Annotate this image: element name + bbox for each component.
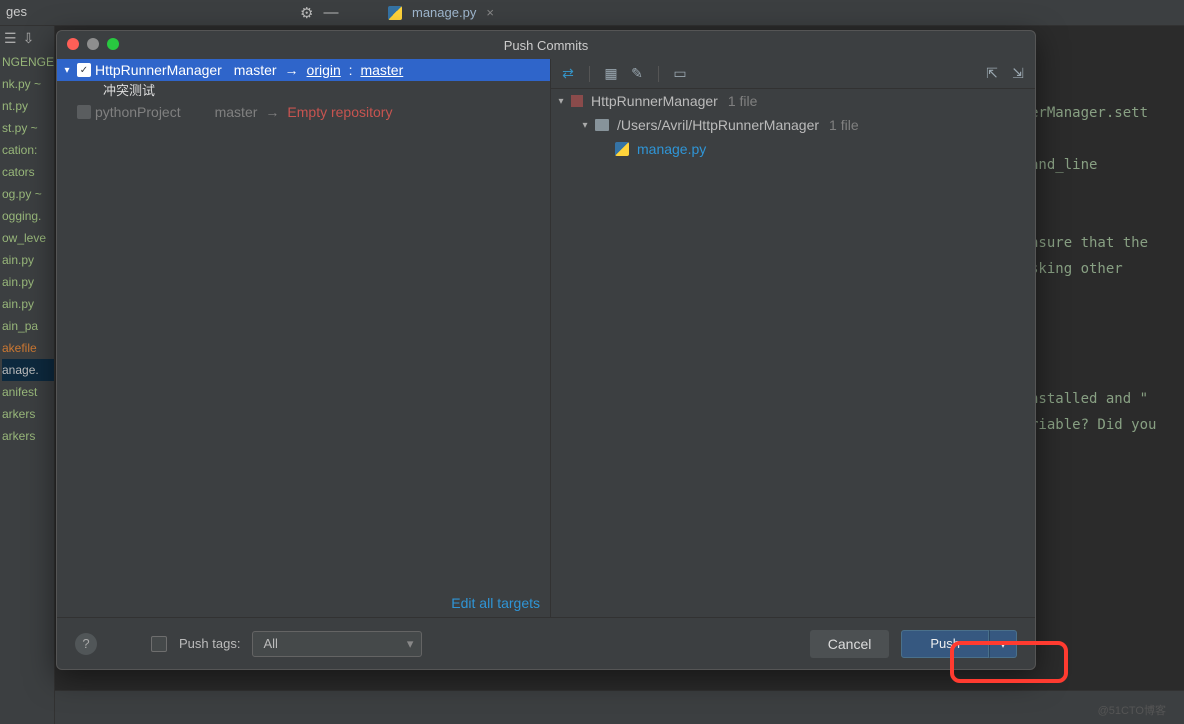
commit-message[interactable]: 冲突测试 [57,81,550,101]
code-fragment: erManager.sett and_line nsure that the s… [1030,100,1156,438]
edit-icon[interactable]: ✎ [628,65,646,82]
push-tags-label: Push tags: [179,636,240,651]
push-dropdown[interactable]: ▾ [989,630,1017,658]
diff-icon[interactable]: ⇄ [559,65,577,82]
changed-file[interactable]: manage.py [637,141,706,157]
close-icon[interactable]: × [486,5,494,20]
preview-icon[interactable]: ▭ [671,65,689,82]
python-file-icon [615,142,629,156]
changed-files-tree[interactable]: ▾ HttpRunnerManager 1 file ▾ /Users/Avri… [551,89,1035,161]
file-toolbar: ⇄ ▦ ✎ ▭ ⇱ ⇲ [551,59,1035,89]
repo-name: HttpRunnerManager [95,62,222,78]
arrow-icon: → [265,104,279,120]
edit-all-targets-link[interactable]: Edit all targets [451,595,540,611]
chevron-down-icon[interactable]: ▾ [579,120,591,131]
python-file-icon [388,6,402,20]
editor-tab[interactable]: manage.py × [380,3,502,22]
file-count: 1 file [829,117,859,133]
chevron-down-icon[interactable]: ▾ [555,96,567,107]
help-button[interactable]: ? [75,633,97,655]
chevron-down-icon[interactable]: ▾ [61,65,73,76]
watermark: @51CTO博客 [1098,702,1166,718]
repo-checkbox[interactable]: ✓ [77,63,91,77]
dialog-title: Push Commits [504,38,589,53]
module-name: HttpRunnerManager [591,93,718,109]
structure-icon[interactable]: ☰ [4,30,17,47]
minimize-icon[interactable]: — [323,4,338,22]
local-branch: master [215,104,258,120]
collapse-all-icon[interactable]: ⇲ [1009,65,1027,82]
arrow-icon: → [285,62,299,78]
repo-row[interactable]: ▾ ✓ HttpRunnerManager master → origin : … [57,59,550,81]
commits-tree[interactable]: ▾ ✓ HttpRunnerManager master → origin : … [57,59,550,589]
remote-branch[interactable]: master [360,62,403,78]
gear-icon[interactable]: ⚙ [300,4,313,22]
push-tags-checkbox[interactable] [151,636,167,652]
download-icon[interactable]: ⇩ [23,30,35,47]
remote-name[interactable]: origin [307,62,341,78]
cancel-button[interactable]: Cancel [810,630,890,658]
window-close-icon[interactable] [67,38,79,50]
window-minimize-icon[interactable] [87,38,99,50]
module-icon [571,95,583,107]
group-by-icon[interactable]: ▦ [602,65,620,82]
push-tags-select[interactable]: All [252,631,422,657]
local-branch: master [234,62,277,78]
project-tool-label: ges [6,4,27,19]
push-commits-dialog: Push Commits ▾ ✓ HttpRunnerManager maste… [56,30,1036,670]
tab-label: manage.py [412,5,476,20]
expand-all-icon[interactable]: ⇱ [983,65,1001,82]
folder-path: /Users/Avril/HttpRunnerManager [617,117,819,133]
repo-name: pythonProject [95,104,181,120]
remote-status: Empty repository [287,104,392,120]
folder-icon [595,119,609,131]
push-button[interactable]: Push ▾ [901,630,1017,658]
repo-checkbox[interactable] [77,105,91,119]
repo-row[interactable]: pythonProject master → Empty repository [57,101,550,123]
file-count: 1 file [728,93,758,109]
window-zoom-icon[interactable] [107,38,119,50]
